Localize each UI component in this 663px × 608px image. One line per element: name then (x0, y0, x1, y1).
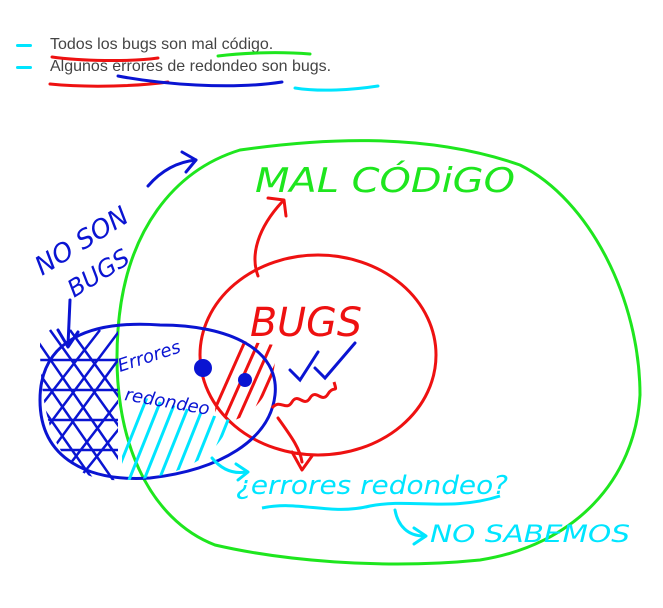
arrow-to-question (276, 416, 304, 464)
label-bugs: BUGS (250, 300, 362, 346)
arrow-no-son-bugs (146, 158, 198, 188)
existence-dot-1 (194, 359, 212, 377)
venn-diagram: MAL CÓDiGO BUGS NO SON BUGS Errores redo… (30, 51, 642, 566)
bugs-circle (198, 253, 438, 457)
premise-underlines (48, 51, 380, 92)
label-no-sabemos: NO SABEMOS (430, 520, 630, 548)
bugs-scribble (270, 381, 338, 410)
arrow-down-to-hatch (66, 298, 72, 347)
label-mal-codigo: MAL CÓDiGO (255, 160, 515, 201)
label-errores-line2: redondeo (123, 384, 211, 420)
checkmarks (288, 341, 357, 383)
label-question: ¿errores redondeo? (236, 471, 508, 501)
existence-dot-2 (238, 373, 252, 387)
label-errores-line1: Errores (115, 337, 183, 377)
